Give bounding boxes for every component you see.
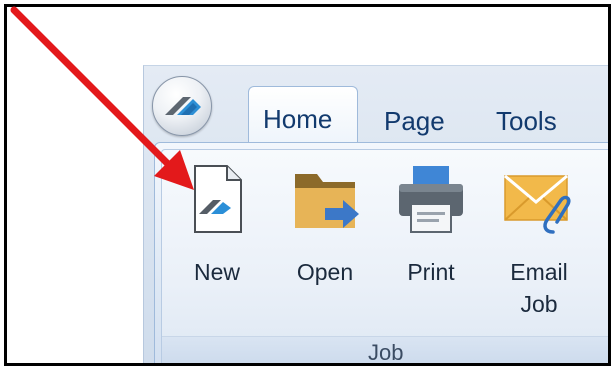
app-logo-icon (165, 97, 201, 115)
open-folder-icon (295, 174, 359, 228)
email-label-line1: Email (510, 259, 568, 285)
ribbon-panel: New Open Print Email Job Job (154, 142, 608, 365)
email-job-button-label: Email Job (492, 256, 586, 320)
job-group-label-bar: Job (162, 336, 608, 365)
print-button-label: Print (407, 259, 455, 285)
tab-home-label: Home (263, 104, 333, 134)
tab-home[interactable]: Home (248, 86, 358, 145)
job-group-label: Job (368, 340, 404, 365)
tab-page-label: Page (384, 106, 445, 136)
screenshot-frame: Home Page Tools New Open Print Email Job… (4, 4, 611, 366)
new-button-label: New (193, 259, 240, 285)
email-envelope-icon (504, 174, 571, 234)
printer-icon (399, 166, 463, 233)
application-window: Home Page Tools New Open Print Email Job… (143, 65, 608, 365)
email-label-line2: Job (520, 291, 558, 317)
app-menu-button[interactable] (152, 76, 212, 136)
tab-tools-label: Tools (496, 106, 557, 136)
open-button-label: Open (296, 259, 354, 285)
job-group: New Open Print Email Job Job (161, 149, 608, 365)
new-document-icon (194, 165, 242, 233)
